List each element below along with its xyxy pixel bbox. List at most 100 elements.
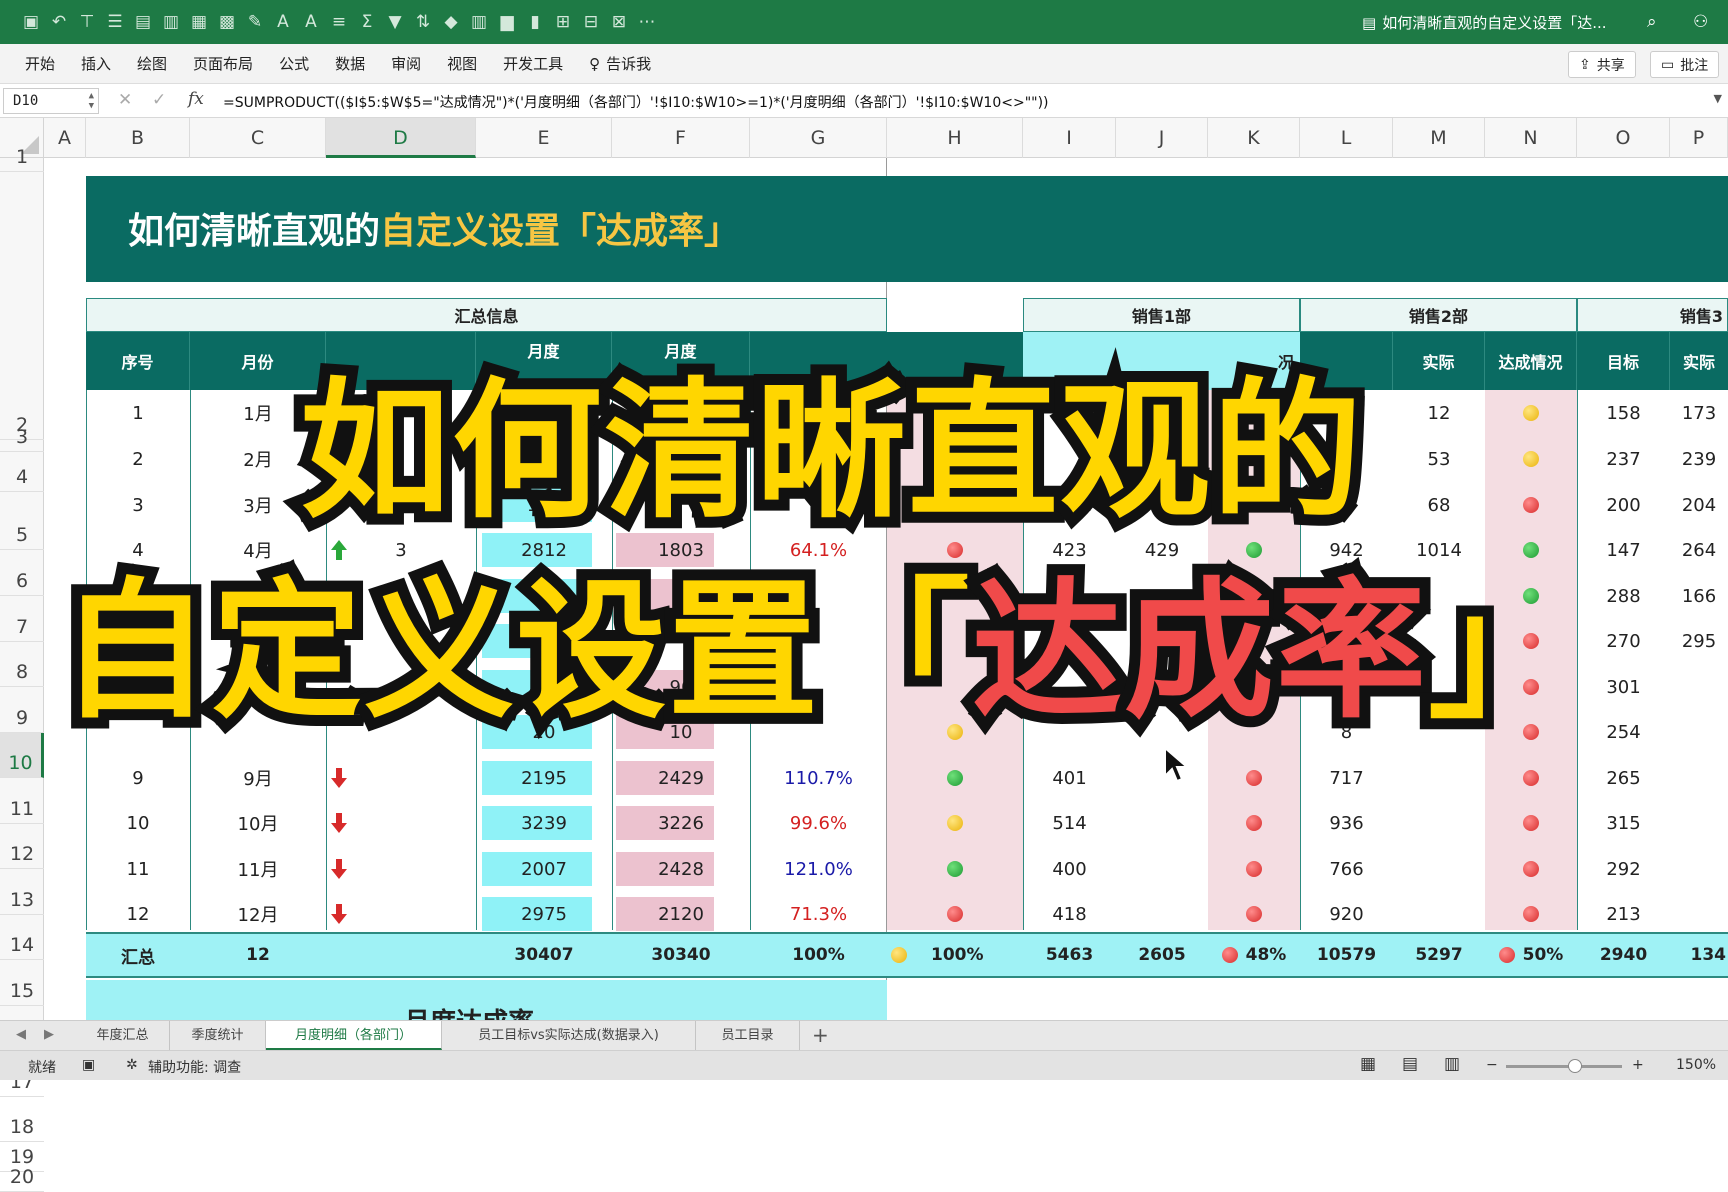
font-grow-icon[interactable]: A bbox=[274, 13, 292, 31]
align-icon[interactable]: ≡ bbox=[330, 13, 348, 31]
menu-view[interactable]: 视图 bbox=[434, 53, 490, 74]
pivot-icon[interactable]: ⊠ bbox=[610, 13, 628, 31]
cell-i[interactable]: 401 bbox=[1023, 755, 1116, 801]
cell-j[interactable] bbox=[1116, 891, 1208, 937]
cell-seq[interactable]: 10 bbox=[86, 800, 190, 846]
row-7[interactable]: 7 bbox=[0, 596, 44, 642]
cell-p[interactable]: 173 bbox=[1670, 390, 1728, 436]
col-i[interactable]: I bbox=[1023, 118, 1116, 158]
cell-o[interactable]: 158 bbox=[1577, 390, 1670, 436]
merge-icon[interactable]: ⊟ bbox=[582, 13, 600, 31]
cell-o[interactable]: 315 bbox=[1577, 800, 1670, 846]
tab-employee-list[interactable]: 员工目录 bbox=[696, 1021, 800, 1050]
menu-review[interactable]: 审阅 bbox=[378, 53, 434, 74]
cell-j[interactable] bbox=[1116, 846, 1208, 892]
accessibility-status[interactable]: 辅助功能: 调查 bbox=[148, 1057, 241, 1077]
row-10[interactable]: 10 bbox=[0, 733, 44, 778]
cell-g[interactable]: 71.3% bbox=[750, 891, 887, 937]
cell-p[interactable]: 239 bbox=[1670, 436, 1728, 482]
menu-page-layout[interactable]: 页面布局 bbox=[180, 53, 266, 74]
cell-e[interactable]: 2007 bbox=[476, 846, 612, 892]
cell-o[interactable]: 301 bbox=[1577, 664, 1670, 710]
cell-k[interactable] bbox=[1208, 891, 1300, 937]
cell-m[interactable] bbox=[1393, 891, 1485, 937]
cell-p[interactable] bbox=[1670, 891, 1728, 937]
row-11[interactable]: 11 bbox=[0, 778, 44, 824]
cell-n[interactable] bbox=[1485, 755, 1577, 801]
zoom-thumb[interactable] bbox=[1568, 1059, 1582, 1073]
cell-d[interactable] bbox=[326, 846, 476, 892]
bar-chart-icon[interactable]: ▆ bbox=[498, 13, 516, 31]
cell-k[interactable] bbox=[1208, 800, 1300, 846]
cell-p[interactable]: 204 bbox=[1670, 482, 1728, 528]
row-5[interactable]: 5 bbox=[0, 492, 44, 550]
share-button[interactable]: ⇪ 共享 bbox=[1568, 51, 1636, 78]
cell-n[interactable] bbox=[1485, 846, 1577, 892]
tell-me[interactable]: ♀ 告诉我 bbox=[576, 53, 664, 74]
cell-p[interactable] bbox=[1670, 664, 1728, 710]
cell-month[interactable]: 10月 bbox=[190, 800, 326, 846]
cell-g[interactable]: 99.6% bbox=[750, 800, 887, 846]
name-box[interactable]: D10 ▲ ▼ bbox=[3, 88, 99, 114]
cell-n[interactable] bbox=[1485, 891, 1577, 937]
cell-h[interactable] bbox=[887, 800, 1023, 846]
format-painter-icon[interactable]: ⊤ bbox=[78, 13, 96, 31]
cancel-icon[interactable]: ✕ bbox=[118, 90, 132, 110]
comment-button[interactable]: ▭ 批注 bbox=[1650, 51, 1720, 78]
cell-o[interactable]: 288 bbox=[1577, 573, 1670, 619]
menu-insert[interactable]: 插入 bbox=[68, 53, 124, 74]
cell-p[interactable] bbox=[1670, 846, 1728, 892]
shape-icon[interactable]: ◆ bbox=[442, 13, 460, 31]
cell-o[interactable]: 147 bbox=[1577, 527, 1670, 573]
cell-o[interactable]: 254 bbox=[1577, 709, 1670, 755]
cell-p[interactable] bbox=[1670, 800, 1728, 846]
cell-o[interactable]: 292 bbox=[1577, 846, 1670, 892]
row-2[interactable]: 2 bbox=[0, 172, 44, 440]
sum-icon[interactable]: Σ bbox=[358, 13, 376, 31]
cell-i[interactable]: 514 bbox=[1023, 800, 1116, 846]
row-19[interactable]: 19 bbox=[0, 1142, 44, 1172]
row-8[interactable]: 8 bbox=[0, 642, 44, 687]
row-12[interactable]: 12 bbox=[0, 824, 44, 869]
clear-icon[interactable]: ✎ bbox=[246, 13, 264, 31]
col-c[interactable]: C bbox=[190, 118, 326, 158]
row-20[interactable]: 20 bbox=[0, 1166, 44, 1192]
cell-p[interactable] bbox=[1670, 755, 1728, 801]
search-icon[interactable]: ⌕ bbox=[1647, 12, 1657, 32]
page-break-icon[interactable]: ▥ bbox=[1444, 1054, 1460, 1074]
col-j[interactable]: J bbox=[1116, 118, 1208, 158]
formula-input[interactable]: =SUMPRODUCT(($I$5:$W$5="达成情况")*('月度明细（各部… bbox=[223, 92, 1049, 112]
cell-seq[interactable]: 1 bbox=[86, 390, 190, 436]
add-sheet-icon[interactable]: + bbox=[812, 1023, 829, 1047]
col-o[interactable]: O bbox=[1577, 118, 1670, 158]
col-f[interactable]: F bbox=[612, 118, 750, 158]
accessibility-icon[interactable]: ✲ bbox=[126, 1057, 138, 1073]
cell-m[interactable] bbox=[1393, 800, 1485, 846]
more-icon[interactable]: ⋯ bbox=[638, 13, 656, 31]
confirm-icon[interactable]: ✓ bbox=[152, 90, 166, 110]
cell-p[interactable] bbox=[1670, 709, 1728, 755]
expand-icon[interactable]: ▼ bbox=[1714, 92, 1722, 105]
zoom-in-icon[interactable]: + bbox=[1632, 1057, 1644, 1073]
cell-m[interactable]: 12 bbox=[1393, 390, 1485, 436]
border-icon[interactable]: ⊞ bbox=[554, 13, 572, 31]
cell-m[interactable] bbox=[1393, 755, 1485, 801]
menu-formulas[interactable]: 公式 bbox=[266, 53, 322, 74]
spinner-icon[interactable]: ▲ ▼ bbox=[89, 91, 94, 111]
col-p[interactable]: P bbox=[1670, 118, 1728, 158]
row-1[interactable]: 1 bbox=[0, 146, 44, 172]
cell-i[interactable]: 418 bbox=[1023, 891, 1116, 937]
cell-seq[interactable]: 11 bbox=[86, 846, 190, 892]
undo-icon[interactable]: ↶ bbox=[50, 13, 68, 31]
row-6[interactable]: 6 bbox=[0, 550, 44, 596]
col-k[interactable]: K bbox=[1208, 118, 1300, 158]
tab-quarterly[interactable]: 季度统计 bbox=[170, 1021, 266, 1050]
indent-icon[interactable]: ☰ bbox=[106, 13, 124, 31]
cell-m[interactable]: 53 bbox=[1393, 436, 1485, 482]
cell-n[interactable] bbox=[1485, 436, 1577, 482]
cell-p[interactable]: 264 bbox=[1670, 527, 1728, 573]
cell-o[interactable]: 213 bbox=[1577, 891, 1670, 937]
cell-h[interactable] bbox=[887, 755, 1023, 801]
macro-icon[interactable]: ▣ bbox=[82, 1057, 95, 1073]
zoom-slider[interactable] bbox=[1506, 1059, 1622, 1073]
